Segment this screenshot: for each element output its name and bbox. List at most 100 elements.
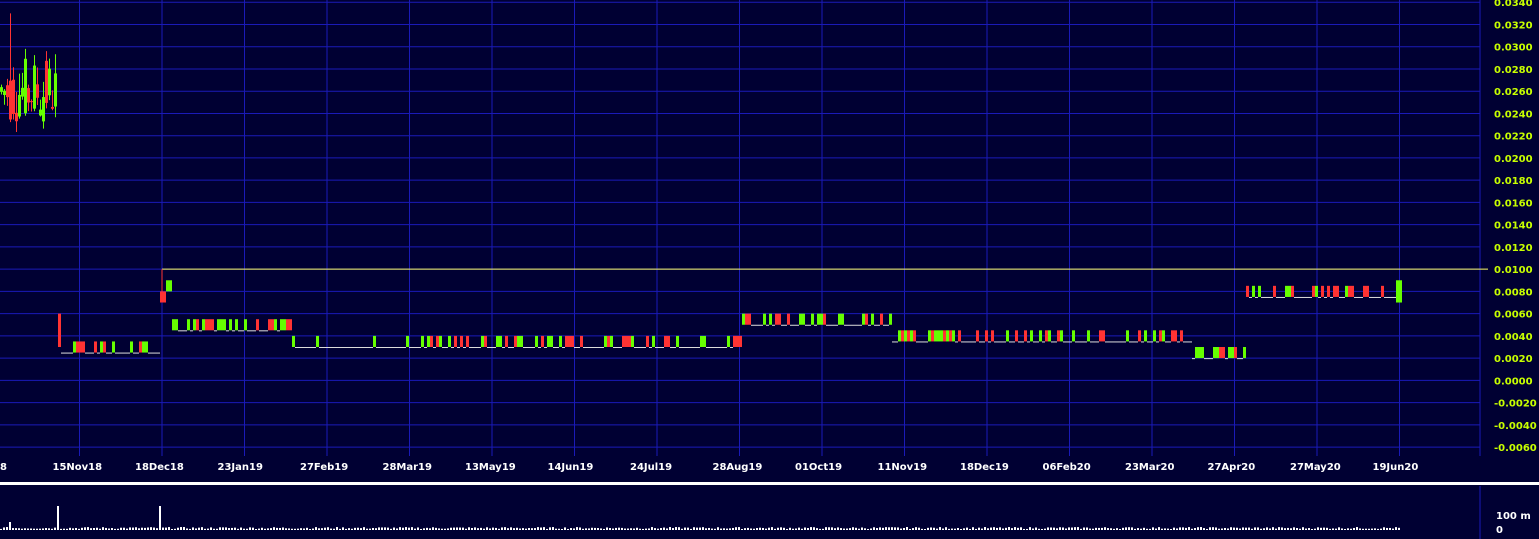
candle-body: [766, 324, 769, 326]
volume-bar: [723, 528, 725, 530]
x-tick-label: 28Mar19: [383, 462, 433, 473]
volume-bar: [870, 528, 872, 530]
volume-bar: [753, 528, 755, 530]
candle-body: [655, 347, 658, 349]
candle-body: [736, 335, 739, 348]
volume-tick-label: 100 m: [1496, 511, 1531, 522]
candle-body: [313, 347, 316, 349]
volume-bar: [306, 527, 308, 530]
volume-bar: [570, 528, 572, 530]
candle-body: [445, 347, 448, 349]
x-tick-label: 28Aug19: [713, 462, 763, 473]
candle-body: [1282, 296, 1285, 298]
volume-bar: [600, 528, 602, 530]
candle-body: [676, 335, 679, 348]
volume-bar: [876, 528, 878, 530]
volume-bar: [429, 528, 431, 530]
candle-body: [1366, 285, 1369, 297]
candle-body: [148, 352, 151, 354]
candle-body: [1180, 330, 1183, 342]
candle-body: [61, 352, 64, 354]
candle-body: [1231, 347, 1234, 359]
volume-bar: [747, 527, 749, 530]
candle-body: [1177, 341, 1180, 343]
candle-body: [169, 280, 172, 292]
volume-bar: [843, 528, 845, 530]
candle-body: [1099, 330, 1102, 342]
candle-body: [520, 335, 523, 348]
volume-bar: [984, 527, 986, 530]
candle-body: [784, 324, 787, 326]
volume-bar: [342, 527, 344, 530]
volume-bar: [1371, 528, 1373, 530]
volume-bar: [732, 527, 734, 530]
candle-body: [610, 335, 613, 348]
candle-body: [487, 347, 490, 349]
volume-bar: [147, 527, 149, 530]
candle-body: [268, 319, 271, 331]
volume-bar: [1089, 528, 1091, 530]
candle-body: [181, 330, 184, 332]
candle-body: [727, 335, 730, 348]
candle-body: [304, 347, 307, 349]
candle-body: [73, 341, 76, 353]
candle-body: [30, 101, 33, 103]
volume-bar: [234, 527, 236, 530]
volume-bar: [339, 528, 341, 530]
volume-bar: [177, 527, 179, 530]
candle-body: [151, 352, 154, 354]
candle-body: [1279, 296, 1282, 298]
candle-body: [580, 335, 583, 348]
candle-body: [130, 341, 133, 353]
volume-bar: [921, 528, 923, 530]
volume-bar: [1248, 527, 1250, 530]
candle-body: [1363, 285, 1366, 297]
volume-bar: [867, 528, 869, 530]
volume-bar: [1074, 527, 1076, 530]
volume-bar: [915, 527, 917, 530]
candle-body: [1183, 341, 1186, 343]
volume-bar: [327, 527, 329, 530]
volume-bar: [1326, 527, 1328, 530]
volume-bar: [192, 527, 194, 530]
volume-bar: [351, 528, 353, 530]
volume-bar: [678, 527, 680, 530]
candle-body: [1069, 341, 1072, 343]
volume-bar: [705, 528, 707, 530]
volume-bar: [231, 527, 233, 530]
candle-body: [985, 330, 988, 342]
volume-bar: [1224, 527, 1226, 530]
volume-bar: [504, 527, 506, 530]
candle-body: [208, 319, 211, 331]
volume-bar: [567, 528, 569, 530]
volume-bar: [939, 527, 941, 530]
volume-bar: [204, 528, 206, 530]
volume-bar: [1071, 527, 1073, 530]
candle-body: [1027, 341, 1030, 343]
volume-bar: [1017, 527, 1019, 530]
candle-body: [33, 65, 36, 109]
candle-body: [1168, 341, 1171, 343]
volume-bar: [1323, 527, 1325, 530]
candle-body: [316, 335, 319, 348]
candle-body: [190, 330, 193, 332]
volume-bar: [408, 527, 410, 530]
candle-body: [1015, 330, 1018, 342]
volume-bar: [21, 528, 23, 530]
volume-bar: [144, 527, 146, 530]
volume-bar: [213, 528, 215, 530]
volume-bar: [789, 527, 791, 530]
y-tick-label: 0.0340: [1494, 0, 1533, 9]
candle-body: [1291, 285, 1294, 297]
candle-body: [1378, 296, 1381, 298]
volume-bar: [498, 528, 500, 530]
candle-body: [448, 335, 451, 348]
candle-body: [235, 319, 238, 331]
candle-body: [79, 341, 82, 353]
volume-bar: [114, 528, 116, 530]
volume-bar: [1119, 528, 1121, 530]
candle-body: [706, 347, 709, 349]
candle-body: [1384, 296, 1387, 298]
volume-bar: [765, 528, 767, 530]
candle-body: [613, 347, 616, 349]
